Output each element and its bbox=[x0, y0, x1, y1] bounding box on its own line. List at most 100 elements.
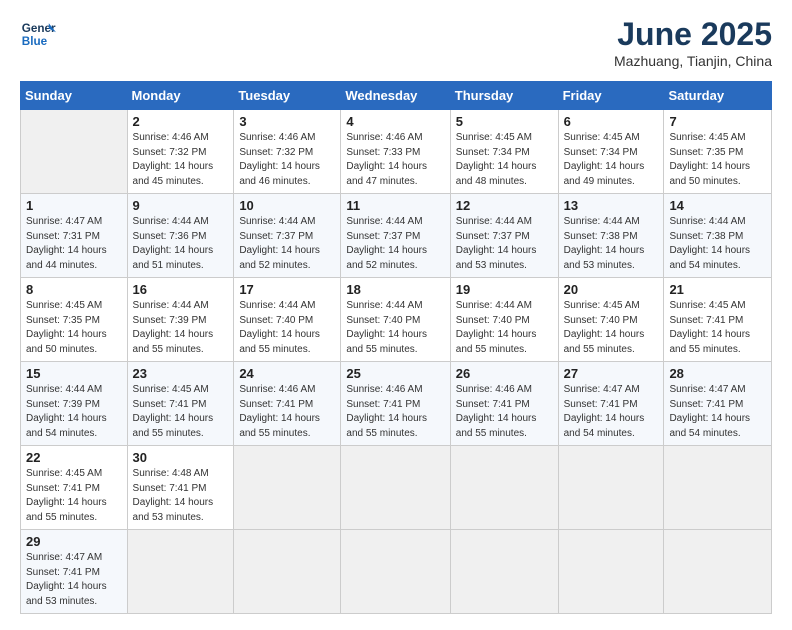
day-detail: Sunrise: 4:47 AM Sunset: 7:31 PM Dayligh… bbox=[26, 215, 122, 273]
day-number: 2 bbox=[133, 114, 229, 129]
calendar-cell: 1 Sunrise: 4:47 AM Sunset: 7:31 PM Daylig… bbox=[21, 194, 128, 278]
day-number: 5 bbox=[456, 114, 553, 129]
col-friday: Friday bbox=[558, 82, 664, 110]
logo-icon: General Blue bbox=[20, 16, 56, 52]
calendar-cell bbox=[234, 530, 341, 614]
day-detail: Sunrise: 4:45 AM Sunset: 7:40 PM Dayligh… bbox=[564, 299, 659, 357]
header: General Blue June 2025 Mazhuang, Tianjin… bbox=[20, 16, 772, 69]
day-number: 8 bbox=[26, 282, 122, 297]
day-number: 30 bbox=[133, 450, 229, 465]
day-number: 4 bbox=[346, 114, 444, 129]
day-number: 23 bbox=[133, 366, 229, 381]
day-number: 6 bbox=[564, 114, 659, 129]
calendar-cell: 18 Sunrise: 4:44 AM Sunset: 7:40 PM Dayli… bbox=[341, 278, 450, 362]
col-tuesday: Tuesday bbox=[234, 82, 341, 110]
day-detail: Sunrise: 4:47 AM Sunset: 7:41 PM Dayligh… bbox=[669, 383, 766, 441]
day-number: 17 bbox=[239, 282, 335, 297]
header-row: Sunday Monday Tuesday Wednesday Thursday… bbox=[21, 82, 772, 110]
calendar-cell: 22 Sunrise: 4:45 AM Sunset: 7:41 PM Dayli… bbox=[21, 446, 128, 530]
day-detail: Sunrise: 4:45 AM Sunset: 7:41 PM Dayligh… bbox=[669, 299, 766, 357]
day-number: 15 bbox=[26, 366, 122, 381]
calendar-cell: 16Sunrise: 4:44 AM Sunset: 7:39 PM Dayli… bbox=[127, 278, 234, 362]
calendar-cell: 3Sunrise: 4:46 AM Sunset: 7:32 PM Daylig… bbox=[234, 110, 341, 194]
calendar-cell bbox=[558, 530, 664, 614]
day-detail: Sunrise: 4:44 AM Sunset: 7:36 PM Dayligh… bbox=[133, 215, 229, 273]
calendar-cell: 23 Sunrise: 4:45 AM Sunset: 7:41 PM Dayli… bbox=[127, 362, 234, 446]
day-number: 19 bbox=[456, 282, 553, 297]
subtitle: Mazhuang, Tianjin, China bbox=[614, 53, 772, 69]
title-block: June 2025 Mazhuang, Tianjin, China bbox=[614, 16, 772, 69]
calendar-cell: 24Sunrise: 4:46 AM Sunset: 7:41 PM Dayli… bbox=[234, 362, 341, 446]
day-detail: Sunrise: 4:48 AM Sunset: 7:41 PM Dayligh… bbox=[133, 467, 229, 525]
calendar-cell: 14Sunrise: 4:44 AM Sunset: 7:38 PM Dayli… bbox=[664, 194, 772, 278]
day-number: 10 bbox=[239, 198, 335, 213]
calendar-cell bbox=[21, 110, 128, 194]
calendar-cell: 2Sunrise: 4:46 AM Sunset: 7:32 PM Daylig… bbox=[127, 110, 234, 194]
day-detail: Sunrise: 4:44 AM Sunset: 7:38 PM Dayligh… bbox=[564, 215, 659, 273]
day-number: 24 bbox=[239, 366, 335, 381]
calendar-week-0: 2Sunrise: 4:46 AM Sunset: 7:32 PM Daylig… bbox=[21, 110, 772, 194]
col-wednesday: Wednesday bbox=[341, 82, 450, 110]
calendar-cell: 29Sunrise: 4:47 AM Sunset: 7:41 PM Dayli… bbox=[21, 530, 128, 614]
day-detail: Sunrise: 4:45 AM Sunset: 7:34 PM Dayligh… bbox=[564, 131, 659, 189]
day-detail: Sunrise: 4:46 AM Sunset: 7:33 PM Dayligh… bbox=[346, 131, 444, 189]
day-number: 28 bbox=[669, 366, 766, 381]
calendar-cell: 10 Sunrise: 4:44 AM Sunset: 7:37 PM Dayli… bbox=[234, 194, 341, 278]
day-number: 25 bbox=[346, 366, 444, 381]
calendar-cell: 9 Sunrise: 4:44 AM Sunset: 7:36 PM Daylig… bbox=[127, 194, 234, 278]
calendar-cell bbox=[558, 446, 664, 530]
calendar-cell: 8 Sunrise: 4:45 AM Sunset: 7:35 PM Daylig… bbox=[21, 278, 128, 362]
day-number: 22 bbox=[26, 450, 122, 465]
calendar-cell bbox=[341, 446, 450, 530]
calendar-cell: 20Sunrise: 4:45 AM Sunset: 7:40 PM Dayli… bbox=[558, 278, 664, 362]
day-number: 21 bbox=[669, 282, 766, 297]
calendar-cell bbox=[127, 530, 234, 614]
col-saturday: Saturday bbox=[664, 82, 772, 110]
calendar-cell: 21 Sunrise: 4:45 AM Sunset: 7:41 PM Dayli… bbox=[664, 278, 772, 362]
day-detail: Sunrise: 4:45 AM Sunset: 7:34 PM Dayligh… bbox=[456, 131, 553, 189]
day-number: 7 bbox=[669, 114, 766, 129]
svg-text:Blue: Blue bbox=[22, 35, 48, 48]
day-number: 18 bbox=[346, 282, 444, 297]
day-detail: Sunrise: 4:47 AM Sunset: 7:41 PM Dayligh… bbox=[564, 383, 659, 441]
day-detail: Sunrise: 4:45 AM Sunset: 7:35 PM Dayligh… bbox=[26, 299, 122, 357]
calendar-cell bbox=[664, 446, 772, 530]
calendar-cell: 19 Sunrise: 4:44 AM Sunset: 7:40 PM Dayli… bbox=[450, 278, 558, 362]
calendar-cell bbox=[234, 446, 341, 530]
day-number: 11 bbox=[346, 198, 444, 213]
day-detail: Sunrise: 4:44 AM Sunset: 7:37 PM Dayligh… bbox=[239, 215, 335, 273]
day-detail: Sunrise: 4:44 AM Sunset: 7:38 PM Dayligh… bbox=[669, 215, 766, 273]
calendar-page: General Blue June 2025 Mazhuang, Tianjin… bbox=[0, 0, 792, 630]
day-number: 1 bbox=[26, 198, 122, 213]
day-detail: Sunrise: 4:45 AM Sunset: 7:41 PM Dayligh… bbox=[133, 383, 229, 441]
calendar-cell bbox=[450, 446, 558, 530]
calendar-cell: 27 Sunrise: 4:47 AM Sunset: 7:41 PM Dayli… bbox=[558, 362, 664, 446]
day-detail: Sunrise: 4:45 AM Sunset: 7:41 PM Dayligh… bbox=[26, 467, 122, 525]
calendar-cell: 11Sunrise: 4:44 AM Sunset: 7:37 PM Dayli… bbox=[341, 194, 450, 278]
day-number: 27 bbox=[564, 366, 659, 381]
day-detail: Sunrise: 4:44 AM Sunset: 7:40 PM Dayligh… bbox=[346, 299, 444, 357]
col-sunday: Sunday bbox=[21, 82, 128, 110]
day-number: 12 bbox=[456, 198, 553, 213]
calendar-cell: 7Sunrise: 4:45 AM Sunset: 7:35 PM Daylig… bbox=[664, 110, 772, 194]
day-number: 26 bbox=[456, 366, 553, 381]
day-detail: Sunrise: 4:46 AM Sunset: 7:41 PM Dayligh… bbox=[456, 383, 553, 441]
calendar-cell bbox=[664, 530, 772, 614]
day-detail: Sunrise: 4:44 AM Sunset: 7:40 PM Dayligh… bbox=[456, 299, 553, 357]
calendar-cell: 13Sunrise: 4:44 AM Sunset: 7:38 PM Dayli… bbox=[558, 194, 664, 278]
calendar-cell: 25Sunrise: 4:46 AM Sunset: 7:41 PM Dayli… bbox=[341, 362, 450, 446]
day-number: 9 bbox=[133, 198, 229, 213]
logo: General Blue bbox=[20, 16, 56, 52]
calendar-week-3: 15Sunrise: 4:44 AM Sunset: 7:39 PM Dayli… bbox=[21, 362, 772, 446]
calendar-cell: 4 Sunrise: 4:46 AM Sunset: 7:33 PM Daylig… bbox=[341, 110, 450, 194]
calendar-week-1: 1 Sunrise: 4:47 AM Sunset: 7:31 PM Daylig… bbox=[21, 194, 772, 278]
calendar-week-5: 29Sunrise: 4:47 AM Sunset: 7:41 PM Dayli… bbox=[21, 530, 772, 614]
day-number: 3 bbox=[239, 114, 335, 129]
day-detail: Sunrise: 4:44 AM Sunset: 7:37 PM Dayligh… bbox=[456, 215, 553, 273]
calendar-cell bbox=[341, 530, 450, 614]
col-monday: Monday bbox=[127, 82, 234, 110]
calendar-cell: 6 Sunrise: 4:45 AM Sunset: 7:34 PM Daylig… bbox=[558, 110, 664, 194]
day-detail: Sunrise: 4:44 AM Sunset: 7:39 PM Dayligh… bbox=[133, 299, 229, 357]
col-thursday: Thursday bbox=[450, 82, 558, 110]
calendar-cell: 15Sunrise: 4:44 AM Sunset: 7:39 PM Dayli… bbox=[21, 362, 128, 446]
